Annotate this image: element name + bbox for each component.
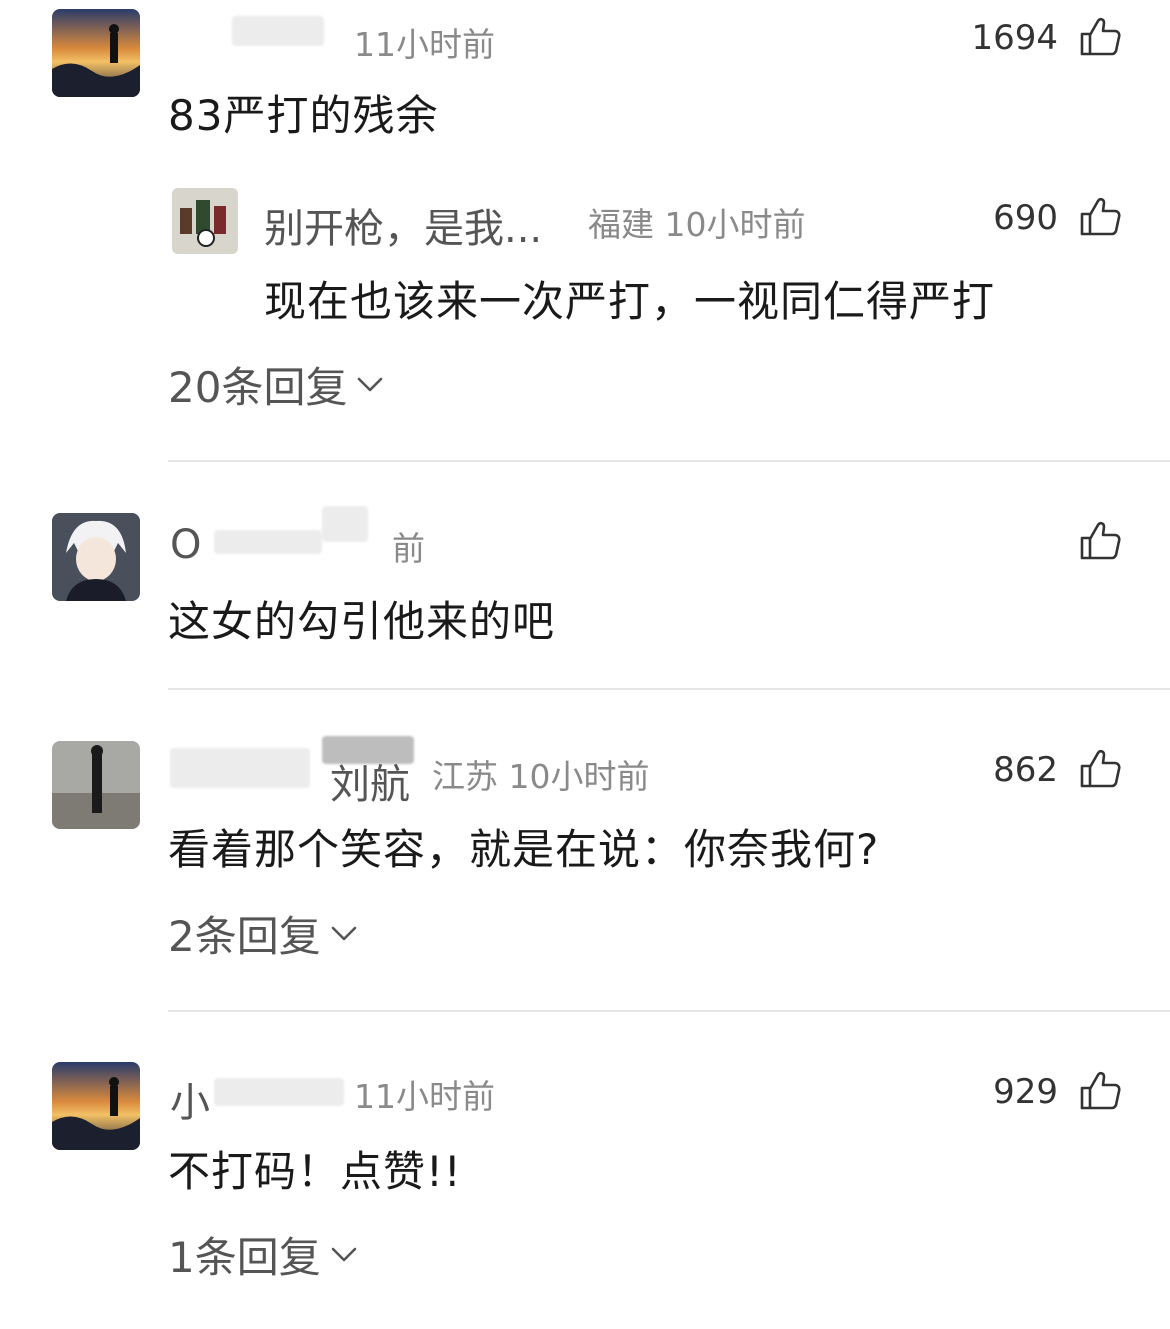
replies-label: 20条回复 [168,363,348,412]
thumbs-up-icon[interactable] [1079,17,1121,57]
reply-avatar[interactable] [172,188,238,254]
comment-nickname[interactable]: 刘航 [330,752,410,810]
chevron-down-icon [331,926,357,942]
like-count: 1694 [971,18,1058,58]
thumbs-up-icon[interactable] [1079,197,1121,237]
divider [168,1010,1170,1012]
chevron-down-icon [331,1247,357,1263]
comment-meta: 江苏 10小时前 [432,757,650,796]
chevron-down-icon [357,377,383,393]
comment-text: 不打码！点赞!! [168,1147,462,1196]
user-avatar[interactable] [52,1062,140,1150]
divider [168,688,1170,690]
comment-meta: 11小时前 [354,1077,495,1116]
replies-label: 2条回复 [168,912,321,961]
redacted-username [214,1078,344,1106]
reply-meta: 福建 10小时前 [588,205,806,244]
reply-like-count: 690 [993,198,1058,238]
like-count: 862 [993,750,1058,790]
redacted-username [170,748,310,788]
comment-meta: 11小时前 [354,25,495,64]
replies-label: 1条回复 [168,1233,321,1282]
redacted-username [232,16,324,46]
user-avatar[interactable] [52,513,140,601]
thumbs-up-icon[interactable] [1079,749,1121,789]
redacted-username [214,530,322,554]
redacted-username [322,506,368,542]
comment-text: 看着那个笑容，就是在说：你奈我何? [168,825,880,874]
divider [168,460,1170,462]
view-replies-button[interactable]: 20条回复 [168,354,383,415]
reply-text: 现在也该来一次严打，一视同仁得严打 [264,277,996,326]
user-avatar[interactable] [52,9,140,97]
comment-text: 83严打的残余 [168,91,439,140]
view-replies-button[interactable]: 1条回复 [168,1224,357,1285]
comment-meta: 前 [392,529,425,568]
thumbs-up-icon[interactable] [1079,1071,1121,1111]
view-replies-button[interactable]: 2条回复 [168,903,357,964]
like-count: 929 [993,1072,1058,1112]
reply-nickname[interactable]: 别开枪，是我... [264,196,542,254]
comment-nickname[interactable]: 小 [170,1070,210,1128]
user-avatar[interactable] [52,741,140,829]
comment-nickname[interactable]: O [170,522,201,568]
thumbs-up-icon[interactable] [1079,521,1121,561]
comment-text: 这女的勾引他来的吧 [168,597,556,646]
